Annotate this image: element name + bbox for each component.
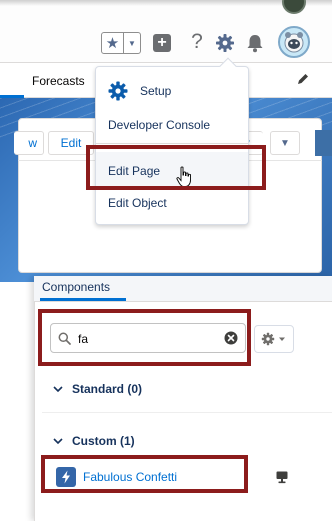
tab-forecasts[interactable]: Forecasts	[32, 74, 85, 88]
gear-icon[interactable]	[215, 33, 235, 53]
active-tab-indicator	[0, 63, 24, 98]
desktop-icon	[275, 470, 289, 484]
section-custom[interactable]: Custom (1)	[52, 434, 135, 448]
section-label: Standard (0)	[72, 382, 143, 396]
menu-item-developer-console[interactable]: Developer Console	[96, 114, 248, 136]
action-button-partial-left[interactable]: w	[14, 131, 44, 155]
section-label: Custom (1)	[72, 434, 135, 448]
setup-gear-icon	[108, 81, 128, 101]
caret-down-icon[interactable]: ▼	[124, 33, 140, 53]
salesforce-header-panel: ★ ▼ + ? Forecasts w Edit ▼ Setup Develop…	[0, 0, 332, 282]
component-settings-button[interactable]	[254, 325, 294, 353]
plus-icon[interactable]: +	[153, 34, 171, 52]
favorites-button-group[interactable]: ★ ▼	[101, 32, 141, 54]
menu-item-label: Setup	[140, 84, 172, 98]
menu-divider	[96, 143, 248, 144]
section-divider	[42, 412, 332, 413]
menu-item-setup[interactable]: Setup	[96, 74, 248, 108]
active-tab-indicator	[40, 298, 126, 301]
bell-icon[interactable]	[246, 33, 264, 53]
more-actions-dropdown-icon[interactable]: ▼	[270, 131, 300, 155]
highlight-box-search	[38, 309, 251, 366]
menu-item-label: Edit Object	[108, 196, 167, 210]
chevron-down-icon	[52, 383, 64, 395]
chevron-down-icon	[52, 435, 64, 447]
section-standard[interactable]: Standard (0)	[52, 382, 142, 396]
star-icon[interactable]: ★	[102, 33, 124, 53]
menu-item-label: Developer Console	[108, 118, 211, 132]
help-icon[interactable]: ?	[188, 30, 206, 54]
menu-item-edit-object[interactable]: Edit Object	[96, 192, 248, 214]
highlight-box-component	[41, 455, 248, 493]
avatar[interactable]	[278, 26, 310, 58]
highlight-box-edit-page	[86, 145, 266, 190]
pencil-icon[interactable]	[296, 72, 310, 86]
tab-components[interactable]: Components	[42, 280, 110, 294]
